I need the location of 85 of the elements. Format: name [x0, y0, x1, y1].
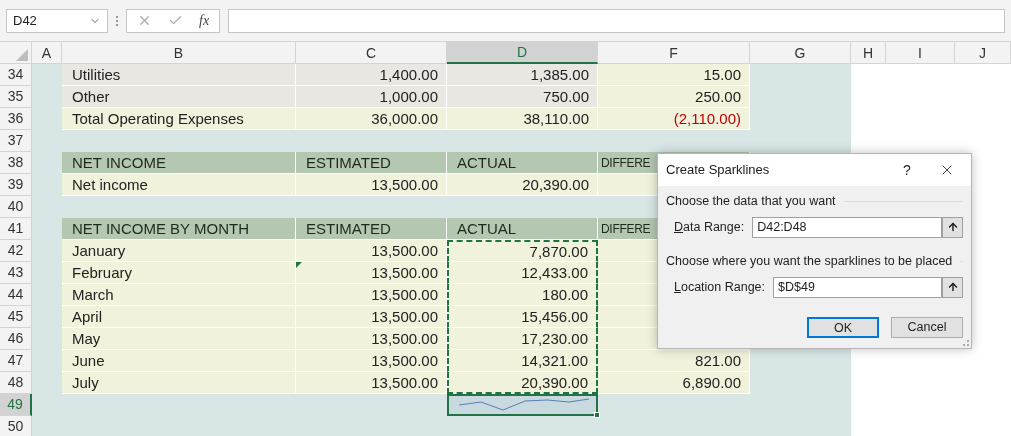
table-cell: 14,321.00 [447, 350, 598, 372]
section-heading: Choose the data that you want [666, 193, 836, 210]
table-cell: Net income [62, 174, 296, 196]
table-cell: 13,500.00 [296, 240, 447, 262]
row-header[interactable]: 38 [0, 152, 32, 174]
range-field[interactable]: D42:D48 [752, 216, 942, 238]
table-header: NET INCOME BY MONTH [62, 218, 296, 240]
table-cell: June [62, 350, 296, 372]
table-cell: 38,110.00 [447, 108, 598, 130]
table-cell: February [62, 262, 296, 284]
row-header[interactable]: 37 [0, 130, 32, 152]
table-cell: Total Operating Expenses [62, 108, 296, 130]
table-cell: 750.00 [447, 86, 598, 108]
help-button[interactable]: ? [895, 159, 919, 181]
table-cell: March [62, 284, 296, 306]
table-cell: 250.00 [598, 86, 750, 108]
table-cell: 13,500.00 [296, 328, 447, 350]
table-cell: 1,385.00 [447, 64, 598, 86]
table-cell: 36,000.00 [296, 108, 447, 130]
table-cell: 7,870.00 [447, 240, 598, 262]
row-header[interactable]: 40 [0, 196, 32, 218]
resize-grip-icon [963, 340, 969, 346]
collapse-dialog-button[interactable] [942, 276, 963, 298]
table-header: ESTIMATED [296, 218, 447, 240]
table-cell: Utilities [62, 64, 296, 86]
row-header[interactable]: 36 [0, 108, 32, 130]
table-cell: 13,500.00 [296, 350, 447, 372]
row-header[interactable]: 34 [0, 64, 32, 86]
dialog-button[interactable]: OK [807, 317, 879, 338]
row-header[interactable]: 50 [0, 416, 32, 436]
row-header[interactable]: 46 [0, 328, 32, 350]
table-cell: May [62, 328, 296, 350]
table-cell: July [62, 372, 296, 394]
collapse-dialog-button[interactable] [942, 216, 963, 238]
table-cell: 1,400.00 [296, 64, 447, 86]
arrow-up-icon [946, 281, 959, 293]
column-header[interactable]: H [851, 42, 886, 64]
row-header[interactable]: 42 [0, 240, 32, 262]
table-header: ACTUAL [447, 218, 598, 240]
table-cell: 6,890.00 [598, 372, 750, 394]
table-cell: 13,500.00 [296, 262, 447, 284]
row-header[interactable]: 43 [0, 262, 32, 284]
table-cell: 15,456.00 [447, 306, 598, 328]
table-cell: Other [62, 86, 296, 108]
table-cell: 13,500.00 [296, 174, 447, 196]
row-header[interactable]: 35 [0, 86, 32, 108]
row-header[interactable]: 45 [0, 306, 32, 328]
formula-field[interactable] [228, 8, 1005, 33]
row-header[interactable]: 39 [0, 174, 32, 196]
cancel-icon[interactable] [137, 13, 152, 28]
row-header[interactable]: 47 [0, 350, 32, 372]
table-cell: 20,390.00 [447, 372, 598, 394]
table-cell: 17,230.00 [447, 328, 598, 350]
row-header[interactable]: 49 [0, 394, 32, 416]
column-header[interactable]: J [955, 42, 1011, 64]
dialog-button[interactable]: Cancel [891, 317, 963, 338]
table-cell: 15.00 [598, 64, 750, 86]
table-cell: 180.00 [447, 284, 598, 306]
table-cell: 821.00 [598, 350, 750, 372]
table-cell: 1,000.00 [296, 86, 447, 108]
table-header: NET INCOME [62, 152, 296, 174]
column-header[interactable]: I [886, 42, 955, 64]
table-cell: 12,433.00 [447, 262, 598, 284]
table-cell: April [62, 306, 296, 328]
insert-function-button[interactable]: fx [199, 10, 210, 31]
field-label: Data Range: [674, 218, 745, 236]
row-header[interactable]: 48 [0, 372, 32, 394]
fill-handle[interactable] [594, 412, 600, 418]
table-cell: (2,110.00) [598, 108, 750, 130]
row-header[interactable]: 41 [0, 218, 32, 240]
row-header[interactable]: 44 [0, 284, 32, 306]
name-box[interactable]: D42 [6, 8, 108, 33]
table-cell: 13,500.00 [296, 372, 447, 394]
section-heading: Choose where you want the sparklines to be placed [666, 252, 953, 270]
column-header[interactable]: D [447, 42, 598, 64]
table-header: ESTIMATED [296, 152, 447, 174]
table-cell: 13,500.00 [296, 306, 447, 328]
table-header: ACTUAL [447, 152, 598, 174]
range-field[interactable]: $D$49 [773, 276, 942, 298]
table-cell: 20,390.00 [447, 174, 598, 196]
sparkline[interactable] [447, 394, 598, 416]
table-cell: 13,500.00 [296, 284, 447, 306]
field-label: Location Range: [674, 278, 766, 296]
arrow-up-icon [946, 221, 959, 234]
table-cell: January [62, 240, 296, 262]
